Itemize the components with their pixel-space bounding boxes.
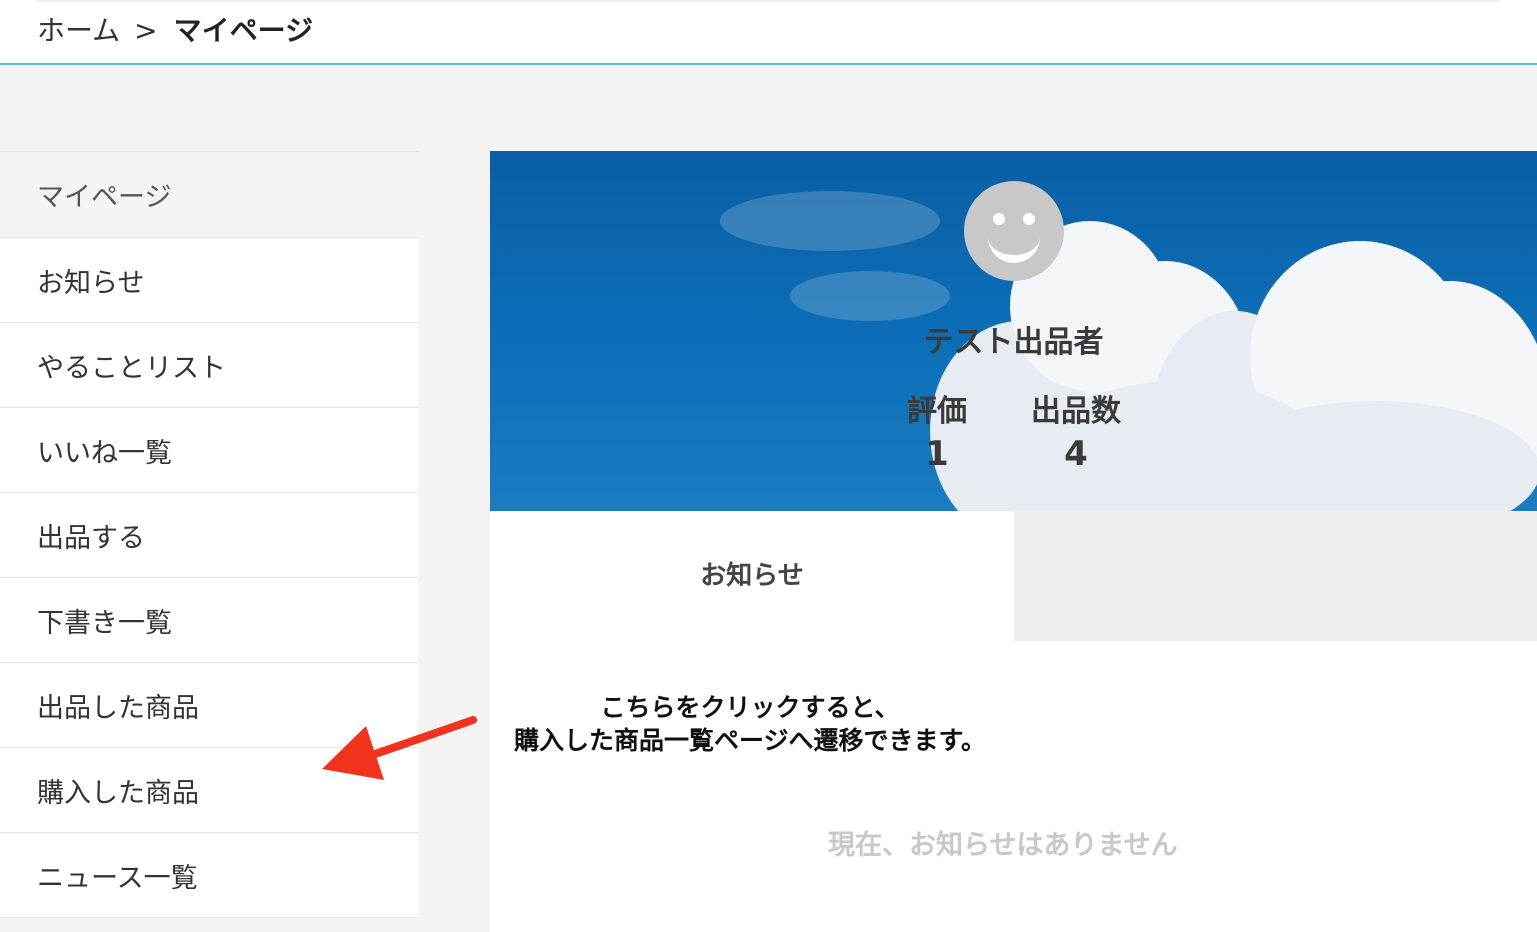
header-bar: ホーム > マイページ [0, 0, 1537, 65]
seller-name: テスト出品者 [923, 325, 1104, 360]
sidebar-item-todo-list[interactable]: やることリスト [0, 323, 418, 408]
smiley-avatar-icon[interactable] [964, 181, 1064, 281]
empty-notices-message: 現在、お知らせはありません [828, 823, 1528, 862]
empty-notices-text: 現在、お知らせはありません [828, 830, 1178, 861]
sidebar-item-label: やることリスト [37, 352, 226, 384]
annotation-line-2: 購入した商品一覧ページへ遷移できます。 [513, 726, 986, 755]
annotation-text: こちらをクリックすると、 購入した商品一覧ページへ遷移できます。 [490, 691, 1010, 757]
listings-stat: 出品数 4 [1026, 393, 1126, 477]
annotation-line-1: こちらをクリックすると、 [600, 693, 900, 722]
sidebar-item-label: 出品する [37, 522, 145, 554]
tab-label: お知らせ [700, 561, 804, 591]
sidebar-item-sell[interactable]: 出品する [0, 493, 418, 578]
tab-notices[interactable]: お知らせ [490, 511, 1014, 641]
sidebar-menu: マイページ お知らせ やることリスト いいね一覧 出品する 下書き一覧 出品した… [0, 151, 418, 918]
breadcrumb-home-link[interactable]: ホーム [37, 14, 120, 47]
breadcrumb-current: マイページ [173, 14, 314, 47]
sidebar-item-mypage[interactable]: マイページ [0, 151, 418, 238]
sidebar-item-news[interactable]: ニュース一覧 [0, 833, 418, 918]
rating-label: 評価 [907, 394, 967, 429]
rating-value: 1 [925, 434, 949, 474]
sidebar-item-label: 下書き一覧 [37, 607, 172, 639]
red-arrow-icon [322, 716, 477, 780]
listings-value: 4 [1064, 434, 1088, 474]
profile-header-banner: テスト出品者 評価 1 出品数 4 [490, 151, 1537, 511]
rating-stat: 評価 1 [902, 393, 972, 477]
header-divider [36, 0, 1500, 2]
avatar-eye [993, 213, 1005, 225]
breadcrumb-separator: > [134, 14, 158, 47]
sky-wisp [790, 271, 950, 321]
sky-wisp [720, 191, 940, 251]
sidebar-item-label: 出品した商品 [37, 692, 199, 724]
sidebar-item-label: ニュース一覧 [37, 862, 198, 894]
avatar-mouth [988, 225, 1040, 263]
sidebar-item-drafts[interactable]: 下書き一覧 [0, 578, 418, 663]
sidebar-item-label: 購入した商品 [37, 777, 199, 809]
breadcrumb: ホーム > マイページ [37, 14, 313, 48]
sidebar-item-label: いいね一覧 [37, 437, 172, 469]
sidebar-item-likes[interactable]: いいね一覧 [0, 408, 418, 493]
main-content: テスト出品者 評価 1 出品数 4 お知らせ こちらをクリックすると、 購入した… [490, 151, 1537, 932]
sidebar-item-label: お知らせ [37, 267, 145, 299]
sidebar-item-notices[interactable]: お知らせ [0, 238, 418, 323]
sidebar-item-label: マイページ [37, 182, 172, 213]
avatar-eye [1023, 213, 1035, 225]
listings-label: 出品数 [1031, 394, 1121, 429]
tab-secondary[interactable] [1014, 511, 1537, 641]
arrow-head [322, 726, 384, 780]
